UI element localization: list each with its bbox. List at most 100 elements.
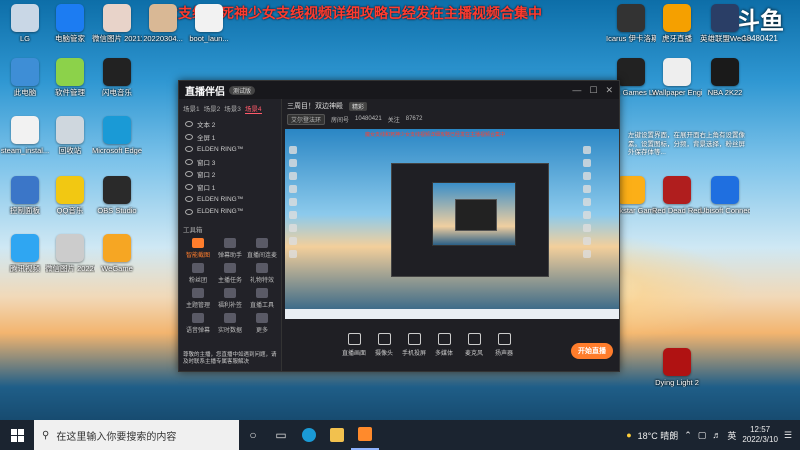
start-button[interactable] (0, 420, 34, 450)
desktop-icon-label: 微信图片 2022022... (45, 264, 95, 273)
desktop-icon[interactable]: Microsoft Edge (92, 116, 142, 155)
tool-item[interactable]: 直播间连麦 (247, 238, 277, 259)
edge-icon[interactable] (295, 420, 323, 450)
app-titlebar: 直播伴侣 测试版 — ☐ ✕ (179, 81, 619, 99)
desktop-icon-label: boot_laun... (189, 34, 229, 43)
tool-item[interactable]: 粉丝团 (183, 263, 213, 284)
eye-icon[interactable] (185, 208, 193, 215)
source-item[interactable]: 窗口 1 (179, 181, 281, 194)
tool-item[interactable]: 更多 (247, 313, 277, 334)
tool-item[interactable]: 智能截图 (183, 238, 213, 259)
desktop-icon[interactable]: 此电脑 (0, 58, 50, 97)
tool-item[interactable]: 直播工具 (247, 288, 277, 309)
tool-item[interactable]: 语音弹幕 (183, 313, 213, 334)
desktop-icon[interactable]: LG (0, 4, 50, 43)
volume-icon[interactable]: ♬ (712, 430, 721, 440)
close-button[interactable]: ✕ (605, 85, 613, 96)
eye-icon[interactable] (185, 133, 193, 140)
eye-icon[interactable] (185, 121, 193, 128)
tool-item[interactable]: 礼物特效 (247, 263, 277, 284)
desktop-icon-label: LG (19, 34, 30, 43)
speaker-button[interactable]: 扬声器 (489, 333, 519, 357)
desktop-icon[interactable]: 软件管理 (45, 58, 95, 97)
live-assistant-taskbar-icon[interactable] (351, 420, 379, 450)
app-icon (711, 176, 739, 204)
desktop-icon[interactable]: 英雄联盟WeGame版 (700, 4, 750, 43)
stream-preview[interactable]: 魔女支线和死神少女支线视频详细攻略已经发在主播视频合集中 (285, 129, 619, 319)
source-item[interactable]: 全屏 1 (179, 131, 281, 144)
taskbar-search[interactable]: ⚲ 在这里输入你要搜索的内容 (34, 420, 239, 450)
eye-icon[interactable] (185, 158, 193, 165)
desktop-icon[interactable]: boot_laun... (184, 4, 234, 43)
preview-banner: 魔女支线和死神少女支线视频详细攻略已经发在主播视频合集中 (365, 132, 506, 138)
camera-button[interactable]: 摄像头 (369, 333, 399, 357)
eye-icon[interactable] (185, 183, 193, 190)
ime-indicator[interactable]: 英 (727, 429, 736, 442)
minimize-button[interactable]: — (572, 85, 581, 96)
desktop-icon[interactable]: 腾讯视频 (0, 234, 50, 273)
desktop-icon[interactable]: OBS Studio (92, 176, 142, 215)
tool-icon (192, 288, 204, 298)
desktop-icon[interactable]: 20220304... (138, 4, 188, 43)
app-logo: 直播伴侣 (185, 86, 225, 98)
app-icon (195, 4, 223, 32)
desktop-icon[interactable]: Red Dead Redemption 2 (652, 176, 702, 215)
tool-item[interactable]: 主播任务 (215, 263, 245, 284)
desktop-icon-label: Dying Light 2 (655, 378, 699, 387)
desktop-icon[interactable]: 控制面板 (0, 176, 50, 215)
source-item[interactable]: ELDEN RING™ (179, 193, 281, 206)
desktop-icon[interactable]: 电脑管家 (45, 4, 95, 43)
source-item[interactable]: ELDEN RING™ (179, 143, 281, 156)
desktop-icon[interactable]: 虎牙直播 (652, 4, 702, 43)
desktop-icon[interactable]: WeGame (92, 234, 142, 273)
desktop-icon[interactable]: 微信图片 2021122... (92, 4, 142, 43)
chevron-up-icon[interactable]: ⌃ (684, 430, 692, 441)
screen-capture-button[interactable]: 直播画面 (339, 333, 369, 357)
task-view-icon[interactable]: ▭ (267, 420, 295, 450)
desktop-icon[interactable]: 闪电音乐 (92, 58, 142, 97)
source-item[interactable]: 窗口 2 (179, 168, 281, 181)
desktop-icon[interactable]: NBA 2K22 (700, 58, 750, 97)
room-title[interactable]: 三周目！双边神殿 (287, 101, 343, 111)
tool-label: 智能截图 (185, 253, 210, 259)
desktop-icon[interactable]: steam_instal... (0, 116, 50, 155)
desktop-icon[interactable]: Icarus 伊卡洛斯 (606, 4, 656, 43)
phone-cast-button[interactable]: 手机投屏 (399, 333, 429, 357)
category-pill[interactable]: 艾尔登法环 (287, 113, 326, 125)
app-icon (711, 4, 739, 32)
source-item[interactable]: 文本 2 (179, 118, 281, 131)
desktop-icon[interactable]: Ubisoft Connect (700, 176, 750, 215)
tool-item[interactable]: 主题管理 (183, 288, 213, 309)
app-icon (103, 58, 131, 86)
tool-label: 礼物特效 (249, 278, 274, 284)
tab-scene-2[interactable]: 场景2 (204, 103, 221, 114)
desktop-icon[interactable]: 回收站 (45, 116, 95, 155)
tool-item[interactable]: 弹幕助手 (215, 238, 245, 259)
eye-icon[interactable] (185, 196, 193, 203)
start-live-button[interactable]: 开始直播 (571, 343, 613, 359)
maximize-button[interactable]: ☐ (589, 85, 597, 96)
main-panel: 三周目！双边神殿 精彩 艾尔登法环 房间号 10480421 关注 87672 … (283, 99, 619, 371)
microphone-button[interactable]: 麦克风 (459, 333, 489, 357)
weather-text[interactable]: 18°C 晴朗 (638, 429, 679, 442)
notification-icon[interactable]: ☰ (784, 430, 792, 441)
desktop-icon-label: WeGame (101, 264, 133, 273)
tool-item[interactable]: 福利补签 (215, 288, 245, 309)
eye-icon[interactable] (185, 146, 193, 153)
desktop-icon[interactable]: Wallpaper Engine (652, 58, 702, 97)
tab-scene-1[interactable]: 场景1 (183, 103, 200, 114)
clock[interactable]: 12:57 2022/3/10 (742, 425, 778, 445)
cortana-icon[interactable]: ○ (239, 420, 267, 450)
network-icon[interactable]: ▢ (698, 430, 707, 441)
source-item[interactable]: 窗口 3 (179, 156, 281, 169)
eye-icon[interactable] (185, 171, 193, 178)
media-button[interactable]: 多媒体 (429, 333, 459, 357)
desktop-icon[interactable]: 微信图片 2022022... (45, 234, 95, 273)
source-item[interactable]: ELDEN RING™ (179, 206, 281, 219)
tool-item[interactable]: 实时数据 (215, 313, 245, 334)
preview-right-icons (583, 143, 613, 263)
desktop-icon[interactable]: QQ音乐 (45, 176, 95, 215)
file-explorer-icon[interactable] (323, 420, 351, 450)
tab-scene-3[interactable]: 场景3 (224, 103, 241, 114)
tab-scene-4[interactable]: 场景4 (244, 103, 262, 114)
